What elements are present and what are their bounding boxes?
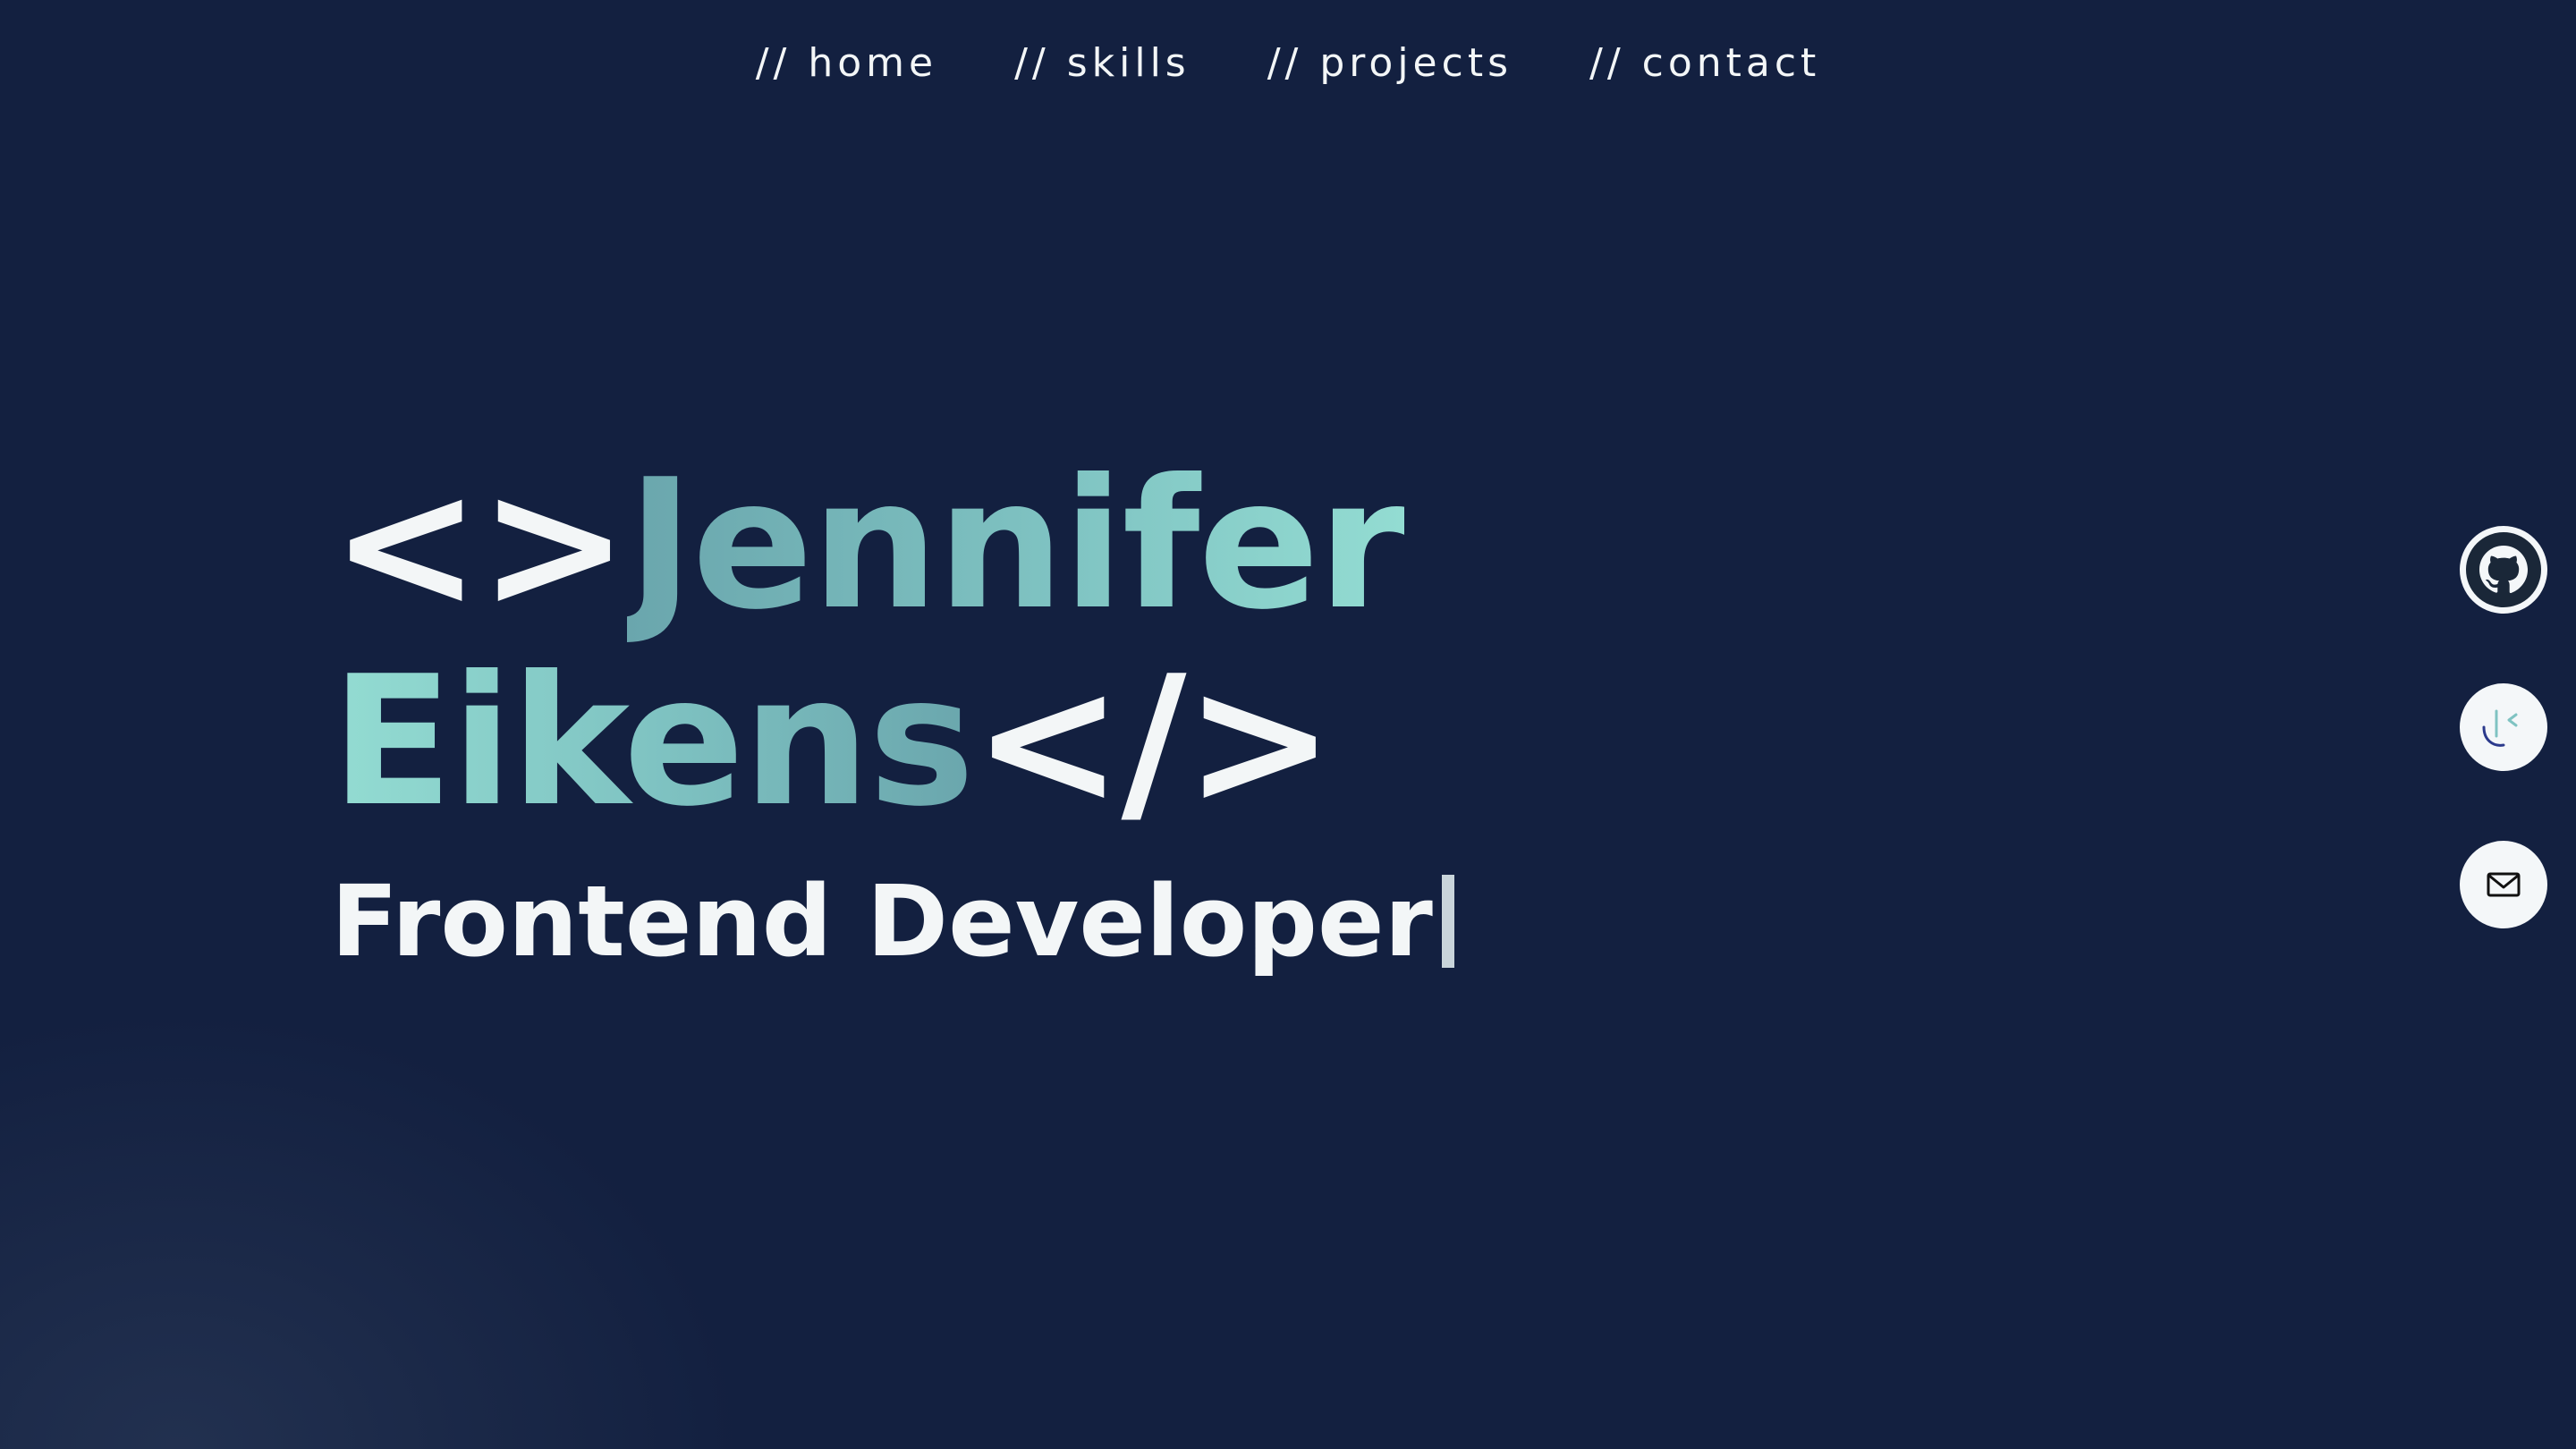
name-line-first: <>Jennifer bbox=[331, 447, 2030, 644]
hero-section: <>Jennifer Eikens</> Frontend Developer bbox=[331, 447, 2030, 984]
open-tag: <> bbox=[331, 441, 629, 649]
nav-link-contact[interactable]: // contact bbox=[1589, 40, 1820, 86]
mail-icon bbox=[2484, 865, 2523, 904]
last-name: Eikens bbox=[331, 638, 975, 846]
github-icon bbox=[2460, 526, 2547, 614]
hero-name: <>Jennifer Eikens</> bbox=[331, 447, 2030, 841]
close-tag: </> bbox=[972, 638, 1335, 846]
first-name: Jennifer bbox=[627, 441, 1406, 649]
role-title: Frontend Developer bbox=[331, 859, 2030, 984]
codersrank-icon bbox=[2477, 700, 2530, 754]
social-links bbox=[2460, 526, 2547, 928]
typing-cursor bbox=[1441, 875, 1454, 968]
github-link[interactable] bbox=[2460, 526, 2547, 614]
nav-link-projects[interactable]: // projects bbox=[1267, 40, 1513, 86]
nav-link-skills[interactable]: // skills bbox=[1014, 40, 1191, 86]
nav-link-home[interactable]: // home bbox=[756, 40, 937, 86]
codersrank-link[interactable] bbox=[2460, 683, 2547, 771]
role-text: Frontend Developer bbox=[331, 864, 1433, 979]
main-nav: // home // skills // projects // contact bbox=[0, 0, 2576, 125]
name-line-last: Eikens</> bbox=[331, 644, 2030, 841]
email-link[interactable] bbox=[2460, 841, 2547, 928]
